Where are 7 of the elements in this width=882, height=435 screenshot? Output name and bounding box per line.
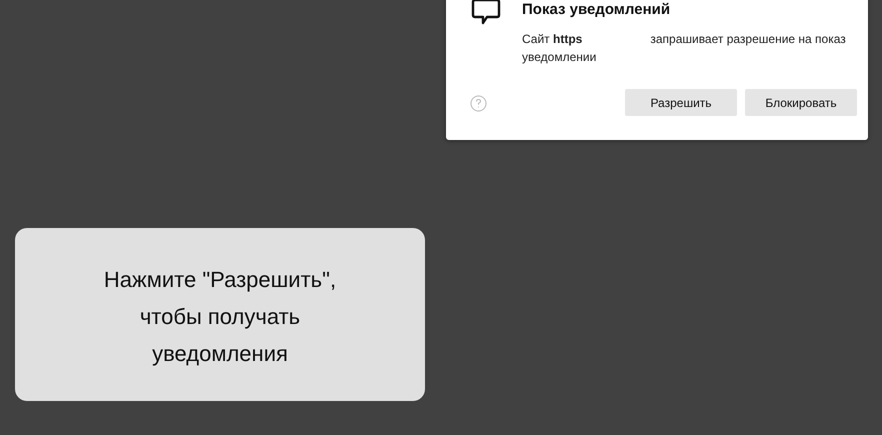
- dialog-message: Сайт https запрашивает разрешение на показ уведомлении: [522, 31, 847, 66]
- dialog-title: Показ уведомлений: [522, 0, 672, 20]
- hint-text: Нажмите "Разрешить", чтобы получать уведомления: [104, 266, 336, 368]
- allow-button[interactable]: Разрешить: [625, 89, 737, 116]
- speech-bubble-icon: [471, 0, 501, 26]
- block-button[interactable]: Блокировать: [745, 89, 857, 116]
- help-icon[interactable]: [470, 95, 487, 112]
